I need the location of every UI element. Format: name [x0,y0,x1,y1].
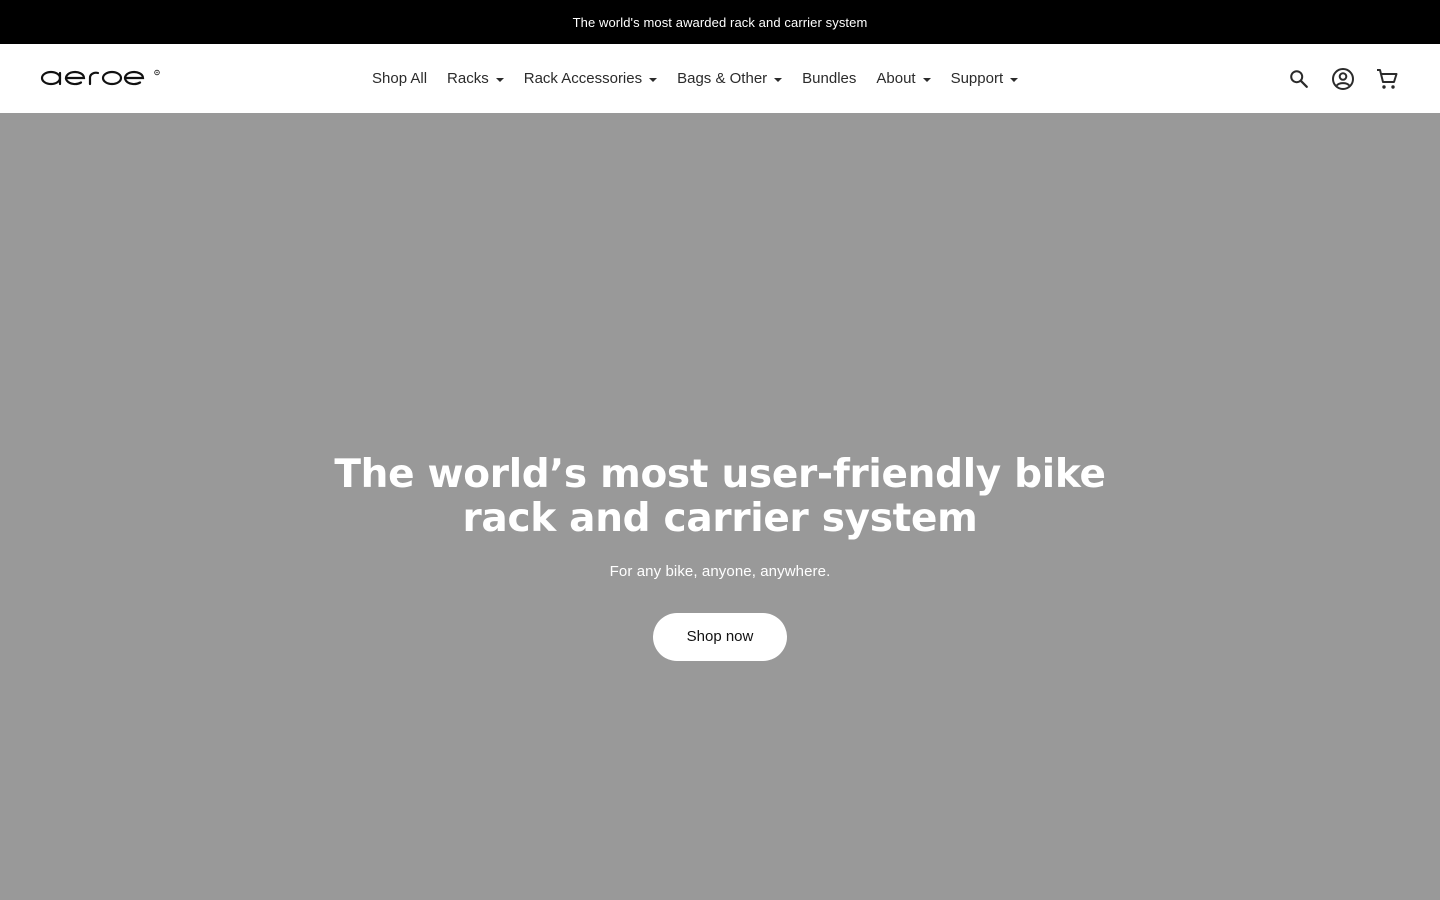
shop-now-button[interactable]: Shop now [653,613,787,661]
chevron-down-icon [495,77,504,82]
hero-banner: The world’s most user-friendly bike rack… [0,113,1440,900]
chevron-down-icon [649,77,658,82]
account-icon [1332,67,1354,90]
search-button[interactable] [1286,66,1312,92]
nav-about-label: About [876,70,916,87]
nav-shop-all[interactable]: Shop All [372,70,427,87]
cart-icon [1377,68,1398,89]
site-header: Shop All Racks Rack Accessories Bags & O… [0,44,1440,113]
announcement-bar: The world's most awarded rack and carrie… [0,0,1440,44]
aeroe-logo[interactable] [40,66,162,90]
chevron-down-icon [1010,77,1019,82]
nav-rack-accessories[interactable]: Rack Accessories [523,70,658,87]
nav-racks[interactable]: Racks [447,70,504,87]
account-button[interactable] [1330,66,1356,92]
announcement-text: The world's most awarded rack and carrie… [572,14,868,30]
hero-title: The world’s most user-friendly bike rack… [334,452,1106,541]
nav-shop-all-label: Shop All [372,70,428,87]
nav-rack-accessories-label: Rack Accessories [523,70,643,87]
search-icon [1290,69,1308,88]
chevron-down-icon [774,77,783,82]
nav-support[interactable]: Support [951,70,1019,87]
hero-subtitle: For any bike, anyone, anywhere. [609,563,831,580]
nav-bags-other[interactable]: Bags & Other [677,70,783,87]
nav-bundles[interactable]: Bundles [802,70,856,87]
nav-support-label: Support [950,70,1004,87]
nav-bundles-label: Bundles [802,70,857,87]
header-actions [1268,44,1400,113]
cart-button[interactable] [1374,66,1400,92]
nav-racks-label: Racks [447,70,489,87]
chevron-down-icon [922,77,931,82]
nav-about[interactable]: About [876,70,931,87]
main-nav: Shop All Racks Rack Accessories Bags & O… [372,44,1019,113]
nav-bags-other-label: Bags & Other [677,70,768,87]
hero-content: The world’s most user-friendly bike rack… [0,453,1440,661]
